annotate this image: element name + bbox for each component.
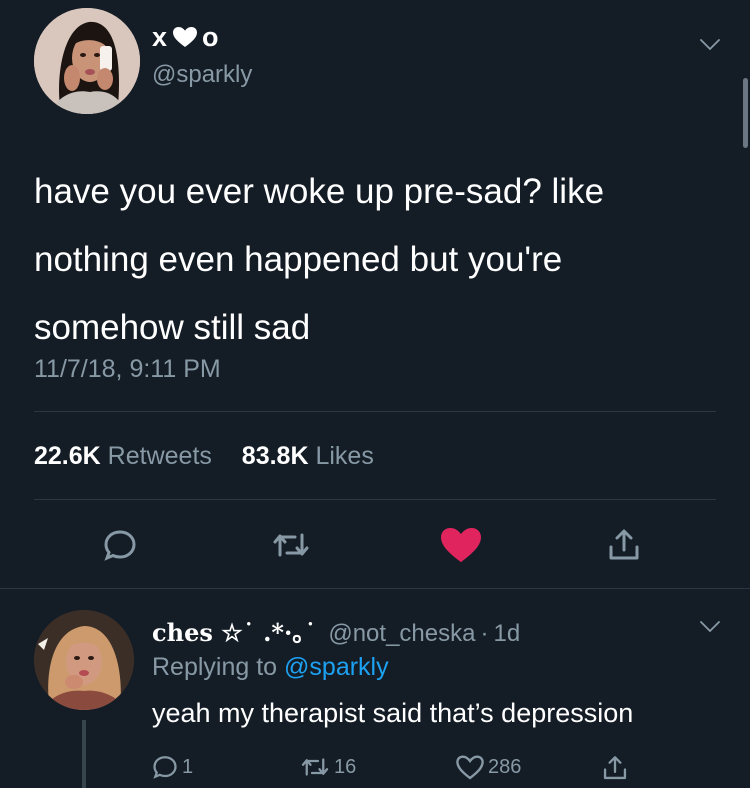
display-name-start: x [152,22,169,52]
thread-line [82,720,86,788]
share-icon [603,756,627,780]
retweets-stat[interactable]: 22.6K Retweets [34,442,219,470]
author-handle[interactable]: @sparkly [152,61,252,89]
reply-share-button[interactable] [602,755,628,781]
tweet-timestamp[interactable]: 11/7/18, 9:11 PM [34,355,221,384]
tweet-stats: 22.6K Retweets 83.8K Likes [34,442,374,471]
profile-photo [34,610,134,710]
reply-handle[interactable]: @not_cheska [328,620,475,648]
profile-photo [34,8,140,114]
display-name-end: o [202,22,220,52]
reply-reply-button[interactable]: 1 [152,755,193,779]
likes-stat[interactable]: 83.8K Likes [235,442,374,470]
likes-label: Likes [315,442,374,470]
reply-author-avatar[interactable] [34,610,134,710]
reply-like-button[interactable]: 286 [456,755,521,780]
divider [34,411,716,412]
tweet-detail-screen: x o @sparkly have you ever woke up pre-s… [0,0,750,788]
chevron-down-icon[interactable] [700,621,720,633]
share-button[interactable] [602,525,646,565]
share-icon [609,529,639,560]
replying-to-mention[interactable]: @sparkly [284,653,389,681]
retweets-label: Retweets [107,442,212,470]
speech-bubble-icon [104,530,136,561]
tweet-text-line: have you ever woke up pre-sad? like [34,172,605,211]
heart-outline-icon [456,755,484,780]
chevron-down-icon[interactable] [700,39,720,51]
reply-time[interactable]: 1d [493,620,520,648]
heart-icon [441,527,481,562]
replying-to-label: Replying to [152,653,278,681]
like-count: 286 [488,756,522,778]
speech-bubble-icon [153,756,177,779]
retweets-count: 22.6K [34,442,101,470]
replying-to: Replying to @sparkly [152,653,389,682]
reply-count: 1 [182,755,194,778]
retweet-icon [273,533,309,557]
author-display-name[interactable]: x o [152,22,220,53]
divider [34,499,716,500]
divider [0,588,750,589]
retweet-icon [301,758,329,776]
reply-header: ches ☆˙ .*·｡˙ @not_cheska · 1d [152,613,520,648]
likes-count: 83.8K [241,442,309,470]
scrollbar[interactable] [743,78,748,148]
tweet-text-line: nothing even happened but you're [34,240,563,279]
retweet-count: 16 [334,755,357,778]
author-avatar[interactable] [34,8,140,114]
reply-button[interactable] [98,525,142,565]
heart-emoji-icon [173,27,198,47]
reply-retweet-button[interactable]: 16 [300,755,356,779]
retweet-button[interactable] [269,525,313,565]
reply-text: yeah my therapist said that’s depression [152,698,634,728]
tweet-text-line: somehow still sad [34,308,311,347]
like-button[interactable] [437,525,485,565]
reply-display-name[interactable]: ches ☆˙ .*·｡˙ [152,613,316,648]
tweet-text: have you ever woke up pre-sad? like noth… [34,158,724,362]
reply-separator: · [480,620,489,647]
